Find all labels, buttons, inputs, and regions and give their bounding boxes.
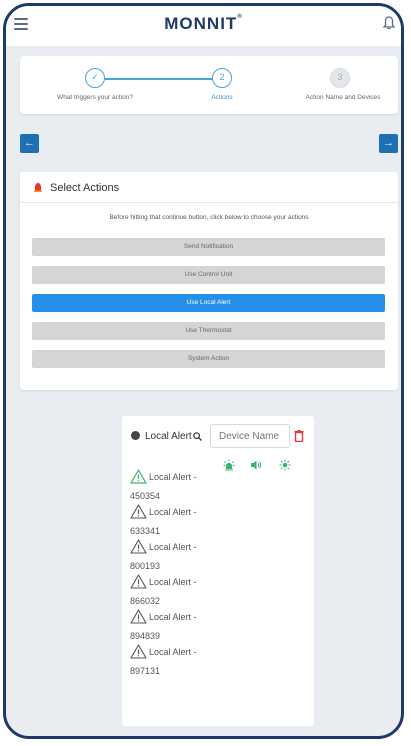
option-use-thermostat[interactable]: Use Thermostat [32,322,385,340]
flash-icon[interactable] [279,459,291,471]
light-icon[interactable] [223,459,235,471]
step-2-label: Actions [211,94,233,101]
device-name: Local Alert - [149,577,197,587]
step-3-label: Action Name and Devices [305,94,381,101]
device-id: 866032 [130,596,161,606]
arrow-left-icon: ← [24,137,35,149]
step-1-label: What triggers your action? [57,94,133,101]
device-list-card: Local Alert Local Alert - 450354 [122,416,314,726]
trash-icon[interactable] [294,430,304,442]
select-actions-panel: Select Actions Before hitting that conti… [20,172,398,390]
alert-triangle-icon [130,469,147,484]
alert-triangle-icon [130,504,147,519]
device-id: 800193 [130,561,161,571]
device-id: 897131 [130,666,161,676]
device-name: Local Alert - [149,612,197,622]
notification-bell-icon[interactable] [383,16,395,30]
option-use-local-alert[interactable]: Use Local Alert [32,294,385,312]
step-1-circle[interactable]: ✓ [85,68,105,88]
app-header: MONNIT® [6,6,401,46]
step-3-circle[interactable]: 3 [330,68,350,88]
phone-frame: MONNIT® ✓ 2 3 What triggers your action?… [3,3,404,739]
alert-triangle-icon [130,609,147,624]
actions-heading: Select Actions [34,182,119,194]
alert-triangle-icon [130,574,147,589]
device-name: Local Alert - [149,647,197,657]
alert-triangle-icon [130,644,147,659]
back-button[interactable]: ← [20,134,39,153]
step-connector [105,78,215,80]
device-name: Local Alert - [149,542,197,552]
siren-icon [34,183,42,192]
actions-description: Before hitting that continue button, cli… [109,214,309,221]
sound-icon[interactable] [250,459,262,471]
device-id: 894839 [130,631,161,641]
search-icon[interactable] [193,432,202,441]
arrow-right-icon: → [383,137,394,149]
step-2-circle[interactable]: 2 [212,68,232,88]
divider [20,202,398,203]
tab-local-alert[interactable]: Local Alert [131,431,192,442]
device-name: Local Alert - [149,472,197,482]
option-use-control-unit[interactable]: Use Control Unit [32,266,385,284]
device-id: 450354 [130,491,161,501]
brand-logo: MONNIT® [164,14,243,33]
device-name: Local Alert - [149,507,197,517]
forward-button[interactable]: → [379,134,398,153]
option-system-action[interactable]: System Action [32,350,385,368]
device-name-search-input[interactable] [210,424,290,448]
alert-triangle-icon [130,539,147,554]
device-id: 633341 [130,526,161,536]
step-progress: ✓ 2 3 What triggers your action? Actions… [20,56,398,114]
option-send-notification[interactable]: Send Notification [32,238,385,256]
local-alert-icon [131,431,140,440]
